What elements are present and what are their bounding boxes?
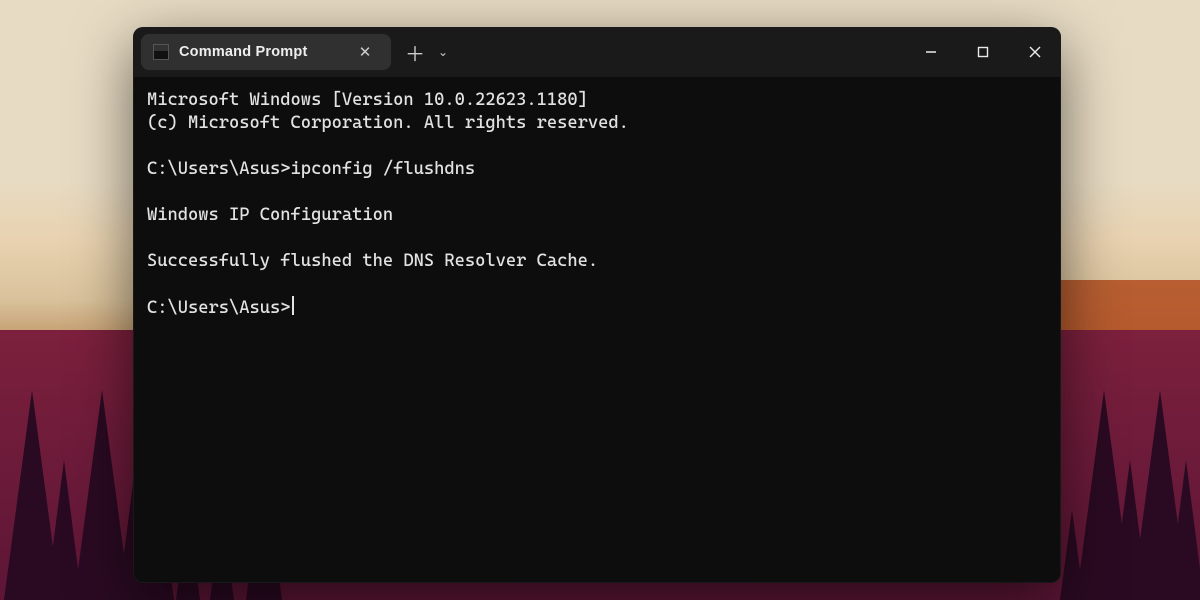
cmd-icon <box>153 44 169 60</box>
minimize-icon <box>925 46 937 58</box>
terminal-prompt: C:\Users\Asus> <box>147 298 291 318</box>
minimize-button[interactable] <box>905 27 957 77</box>
tab-command-prompt[interactable]: Command Prompt ✕ <box>141 34 391 70</box>
window-titlebar[interactable]: Command Prompt ✕ ＋ ⌄ <box>133 27 1061 77</box>
maximize-icon <box>977 46 989 58</box>
tab-dropdown-button[interactable]: ⌄ <box>429 38 457 66</box>
close-button[interactable] <box>1009 27 1061 77</box>
tab-title: Command Prompt <box>179 44 341 60</box>
new-tab-button[interactable]: ＋ <box>401 38 429 66</box>
window-buttons <box>905 27 1061 77</box>
terminal-output[interactable]: Microsoft Windows [Version 10.0.22623.11… <box>133 77 1061 583</box>
tab-close-button[interactable]: ✕ <box>351 38 379 66</box>
close-icon <box>1029 46 1041 58</box>
terminal-cursor <box>292 296 294 315</box>
maximize-button[interactable] <box>957 27 1009 77</box>
terminal-lines: Microsoft Windows [Version 10.0.22623.11… <box>147 90 629 271</box>
command-prompt-window: Command Prompt ✕ ＋ ⌄ Microsoft Windows [… <box>133 27 1061 583</box>
